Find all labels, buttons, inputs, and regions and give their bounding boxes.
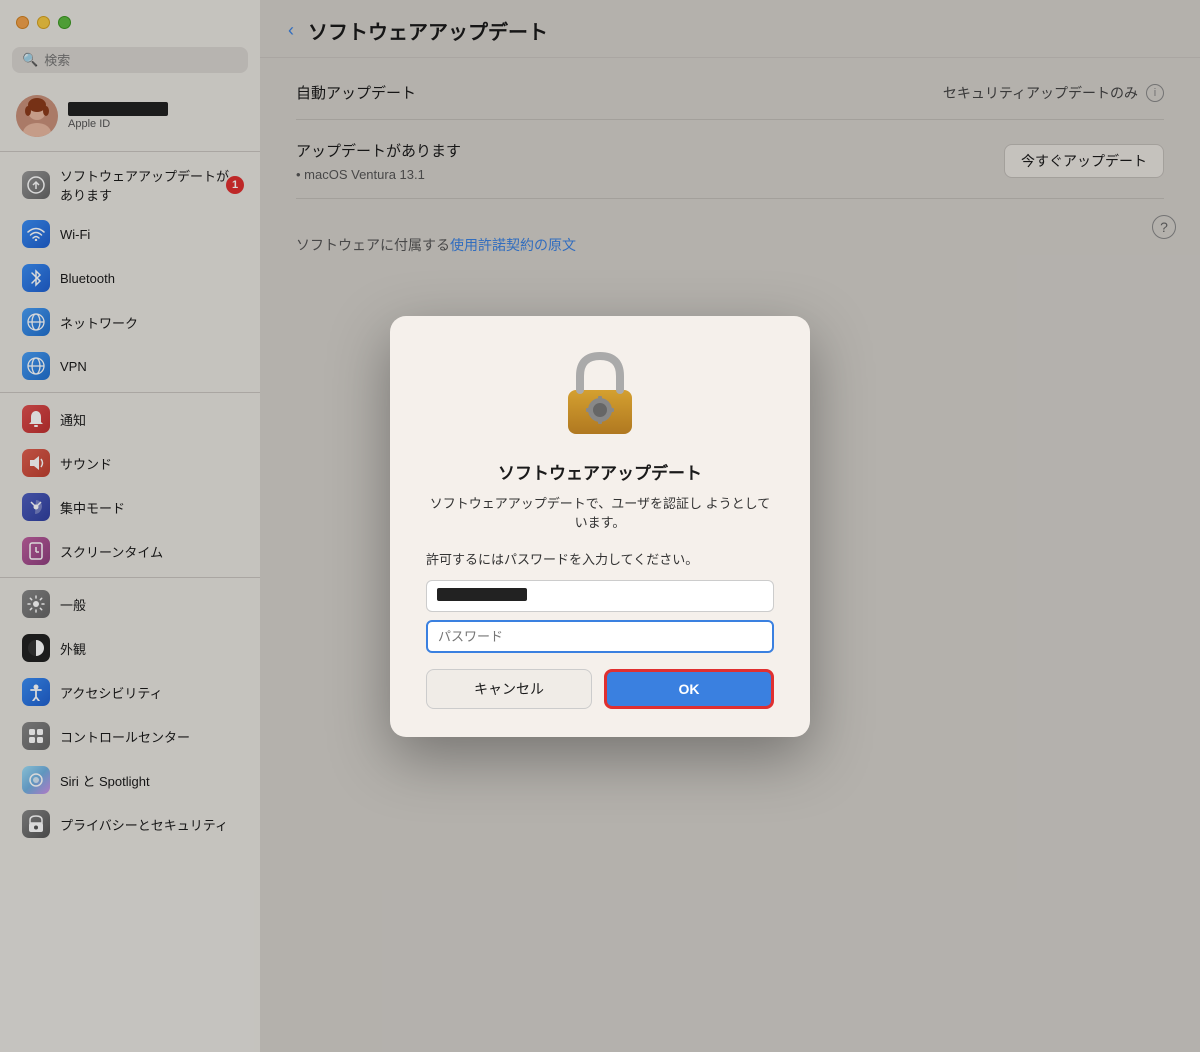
- modal-description: ソフトウェアアップデートで、ユーザを認証し ようとしています。: [426, 494, 774, 533]
- modal-prompt: 許可するにはパスワードを入力してください。: [426, 549, 698, 568]
- modal-title: ソフトウェアアップデート: [498, 459, 702, 484]
- modal-overlay: ソフトウェアアップデート ソフトウェアアップデートで、ユーザを認証し ようとして…: [0, 0, 1200, 1052]
- cancel-button[interactable]: キャンセル: [426, 669, 592, 709]
- modal-buttons: キャンセル OK: [426, 669, 774, 709]
- password-input[interactable]: [426, 620, 774, 653]
- password-field-wrapper: [426, 620, 774, 653]
- modal-dialog: ソフトウェアアップデート ソフトウェアアップデートで、ユーザを認証し ようとして…: [390, 316, 810, 737]
- username-blocked: [437, 588, 527, 601]
- lock-icon: [560, 348, 640, 438]
- username-field: [426, 580, 774, 612]
- ok-button[interactable]: OK: [604, 669, 774, 709]
- main-content: ‹ ソフトウェアアップデート 自動アップデート セキュリティアップデートのみ i…: [260, 0, 1200, 1052]
- lock-icon-container: [560, 348, 640, 443]
